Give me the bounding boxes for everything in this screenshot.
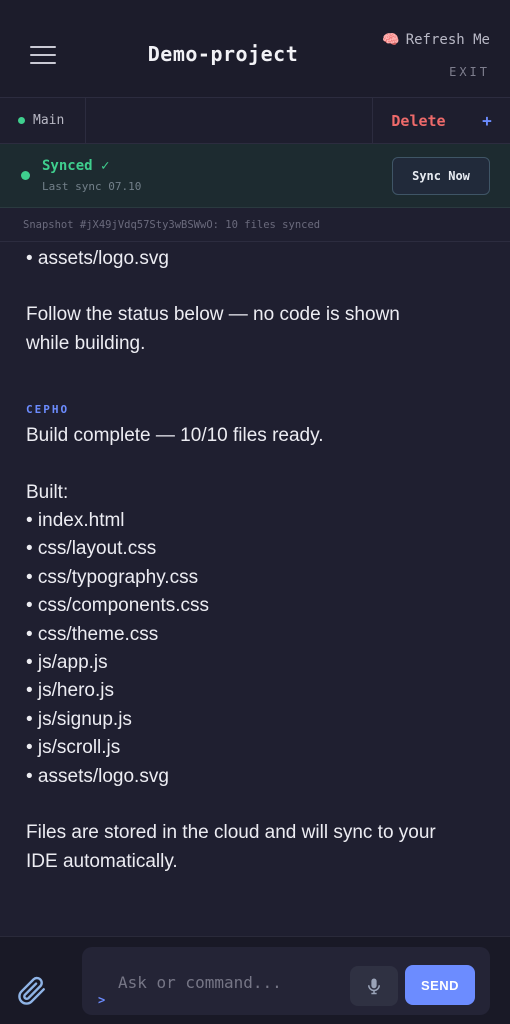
- message-line: Files are stored in the cloud and will s…: [26, 822, 436, 844]
- composer: > SEND: [82, 947, 490, 1015]
- file-list-item: • css/typography.css: [26, 566, 199, 588]
- file-list-item: • index.html: [26, 510, 125, 532]
- file-list-item: • js/app.js: [26, 652, 108, 674]
- microphone-button[interactable]: [350, 966, 398, 1006]
- sync-now-button[interactable]: Sync Now: [392, 157, 490, 195]
- sync-status-bar: Synced ✓ Last sync 07.10 Sync Now: [0, 144, 510, 208]
- file-list-item: • css/layout.css: [26, 538, 157, 560]
- prompt-chevron-icon: >: [98, 993, 106, 1007]
- message-sender: CEPHO: [26, 403, 70, 417]
- refresh-label: Refresh Me: [405, 32, 490, 48]
- chat-log[interactable]: • assets/logo.svg Follow the status belo…: [0, 243, 510, 936]
- message-line: IDE automatically.: [26, 850, 178, 872]
- tab-main-label: Main: [33, 113, 65, 128]
- send-button[interactable]: SEND: [405, 965, 475, 1005]
- project-title: Demo-project: [147, 42, 299, 66]
- message-line: • assets/logo.svg: [26, 248, 169, 269]
- app-header: Demo-project 🧠 Refresh Me EXIT: [0, 0, 510, 98]
- snapshot-info: Snapshot #jX49jVdq57Sty3wBSWwO: 10 files…: [0, 208, 510, 242]
- tab-bar: Main Delete +: [0, 98, 510, 144]
- tab-main[interactable]: Main: [0, 98, 86, 143]
- file-list: • index.html • css/layout.css • css/typo…: [26, 507, 484, 791]
- paperclip-icon: [18, 976, 45, 1005]
- last-sync-text: Last sync 07.10: [42, 180, 142, 193]
- file-list-item: • js/hero.js: [26, 680, 114, 702]
- microphone-icon: [368, 978, 380, 995]
- refresh-button[interactable]: 🧠 Refresh Me: [382, 32, 490, 48]
- attach-button[interactable]: [14, 973, 48, 1007]
- file-list-item: • css/theme.css: [26, 623, 159, 645]
- exit-button[interactable]: EXIT: [449, 65, 490, 79]
- sync-status-dot-icon: [21, 171, 30, 180]
- file-list-item: • css/components.css: [26, 595, 209, 617]
- file-list-item: • js/scroll.js: [26, 737, 121, 759]
- message-line: Build complete — 10/10 files ready.: [26, 425, 324, 447]
- brain-icon: 🧠: [382, 32, 400, 48]
- message-line: while building.: [26, 332, 146, 354]
- composer-bar: > SEND: [0, 936, 510, 1024]
- message-line: Follow the status below — no code is sho…: [26, 304, 400, 326]
- command-input[interactable]: [118, 967, 338, 997]
- sync-status-text: Synced ✓: [42, 158, 110, 174]
- file-list-item: • js/signup.js: [26, 708, 132, 730]
- status-dot-icon: [18, 117, 25, 124]
- file-list-item: • assets/logo.svg: [26, 765, 169, 787]
- message-line: Built:: [26, 481, 69, 503]
- delete-button[interactable]: Delete: [372, 98, 464, 143]
- add-tab-button[interactable]: +: [464, 98, 510, 143]
